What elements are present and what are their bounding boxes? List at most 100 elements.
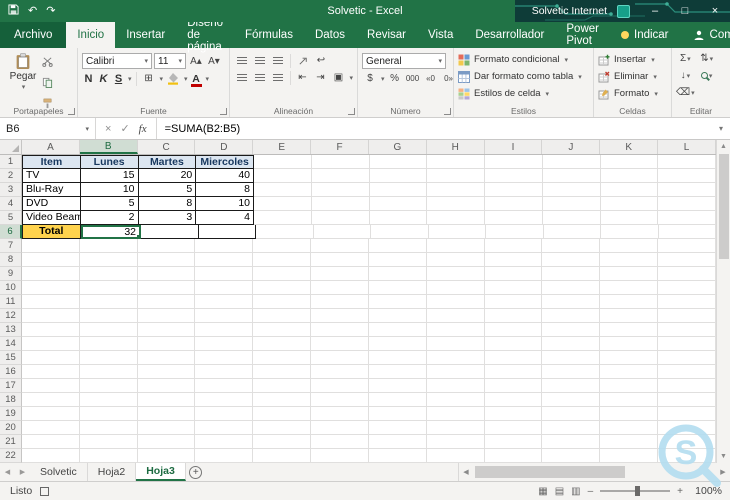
cell-C4[interactable]: 8 (138, 197, 197, 211)
cell-J15[interactable] (542, 351, 601, 365)
cell-I13[interactable] (484, 323, 543, 337)
cell-F13[interactable] (311, 323, 369, 337)
dialog-launcher-icon[interactable] (348, 108, 355, 115)
cell-D19[interactable] (195, 407, 254, 421)
cell-E10[interactable] (253, 281, 312, 295)
cell-K22[interactable] (600, 449, 659, 463)
cell-K11[interactable] (600, 295, 659, 309)
name-box[interactable]: B6 ▾ (0, 118, 96, 139)
cell-A19[interactable] (22, 407, 80, 421)
cell-B20[interactable] (79, 421, 138, 435)
cell-B17[interactable] (79, 379, 138, 393)
cell-G14[interactable] (368, 337, 427, 351)
column-header-D[interactable]: D (195, 140, 254, 154)
cell-D12[interactable] (195, 309, 254, 323)
cell-J2[interactable] (542, 169, 601, 183)
cell-E12[interactable] (253, 309, 312, 323)
align-center-icon[interactable] (252, 70, 268, 85)
cell-G10[interactable] (368, 281, 427, 295)
cell-G3[interactable] (369, 183, 428, 197)
cell-I7[interactable] (484, 239, 543, 253)
column-header-K[interactable]: K (600, 140, 659, 154)
cell-B8[interactable] (79, 253, 138, 267)
cell-E17[interactable] (253, 379, 312, 393)
cell-C2[interactable]: 20 (138, 169, 197, 183)
cell-B4[interactable]: 5 (80, 197, 139, 211)
cell-J3[interactable] (542, 183, 601, 197)
cell-D4[interactable]: 10 (196, 197, 254, 211)
cell-D13[interactable] (195, 323, 254, 337)
cell-C7[interactable] (137, 239, 196, 253)
cell-E6[interactable] (256, 225, 314, 239)
cell-H3[interactable] (427, 183, 485, 197)
cell-D18[interactable] (195, 393, 254, 407)
cell-C15[interactable] (137, 351, 196, 365)
dialog-launcher-icon[interactable] (444, 108, 451, 115)
cell-E14[interactable] (253, 337, 312, 351)
cell-D14[interactable] (195, 337, 254, 351)
cell-D5[interactable]: 4 (196, 211, 254, 225)
cell-K12[interactable] (600, 309, 659, 323)
cell-D7[interactable] (195, 239, 254, 253)
cell-B19[interactable] (79, 407, 138, 421)
row-header-13[interactable]: 13 (0, 323, 22, 337)
zoom-slider-thumb[interactable] (635, 486, 641, 496)
cell-B21[interactable] (79, 435, 138, 449)
cell-C5[interactable]: 3 (138, 211, 197, 225)
view-page-break-icon[interactable]: ▥ (571, 486, 580, 497)
cell-G13[interactable] (368, 323, 427, 337)
cell-I10[interactable] (484, 281, 543, 295)
cell-A6[interactable]: Total (22, 225, 81, 239)
increase-decimal-icon[interactable]: «0 (423, 71, 439, 86)
column-header-H[interactable]: H (427, 140, 485, 154)
tab-vista[interactable]: Vista (417, 22, 464, 48)
italic-button[interactable]: K (97, 73, 110, 85)
currency-icon[interactable]: $ (362, 71, 378, 86)
cell-A8[interactable] (22, 253, 80, 267)
cell-E1[interactable] (254, 155, 312, 169)
cell-G9[interactable] (368, 267, 427, 281)
cell-G4[interactable] (369, 197, 428, 211)
cell-K4[interactable] (600, 197, 659, 211)
cell-L17[interactable] (658, 379, 716, 393)
row-header-10[interactable]: 10 (0, 281, 22, 295)
minimize-button[interactable]: – (640, 0, 670, 22)
cell-E20[interactable] (253, 421, 312, 435)
cell-B3[interactable]: 10 (80, 183, 139, 197)
bold-button[interactable]: N (82, 73, 95, 85)
cell-B9[interactable] (79, 267, 138, 281)
align-top-icon[interactable] (234, 53, 250, 68)
cell-K13[interactable] (600, 323, 659, 337)
cell-B1[interactable]: Lunes (80, 155, 139, 169)
cell-E11[interactable] (253, 295, 312, 309)
row-header-17[interactable]: 17 (0, 379, 22, 393)
add-sheet-button[interactable]: + (186, 463, 206, 481)
cell-A12[interactable] (22, 309, 80, 323)
increase-indent-icon[interactable]: ⇥ (312, 70, 328, 85)
cell-D8[interactable] (195, 253, 254, 267)
zoom-in-icon[interactable]: + (677, 486, 683, 497)
cell-G20[interactable] (368, 421, 427, 435)
cell-C6[interactable] (141, 225, 199, 239)
decrease-indent-icon[interactable]: ⇤ (294, 70, 310, 85)
cell-A13[interactable] (22, 323, 80, 337)
cell-B5[interactable]: 2 (80, 211, 139, 225)
row-header-18[interactable]: 18 (0, 393, 22, 407)
cell-L18[interactable] (658, 393, 716, 407)
cell-G19[interactable] (368, 407, 427, 421)
cell-I5[interactable] (485, 211, 543, 225)
cell-K14[interactable] (600, 337, 659, 351)
comma-style-icon[interactable]: 000 (405, 71, 421, 86)
cell-A22[interactable] (22, 449, 80, 463)
cell-D6[interactable] (198, 225, 256, 239)
cell-G17[interactable] (368, 379, 427, 393)
cell-G5[interactable] (369, 211, 428, 225)
cell-C19[interactable] (137, 407, 196, 421)
cell-B2[interactable]: 15 (80, 169, 139, 183)
cell-K15[interactable] (600, 351, 659, 365)
cell-G21[interactable] (368, 435, 427, 449)
enter-formula-icon[interactable]: ✓ (120, 122, 129, 135)
column-header-B[interactable]: B (79, 140, 138, 154)
cell-J12[interactable] (542, 309, 601, 323)
cell-E16[interactable] (253, 365, 312, 379)
